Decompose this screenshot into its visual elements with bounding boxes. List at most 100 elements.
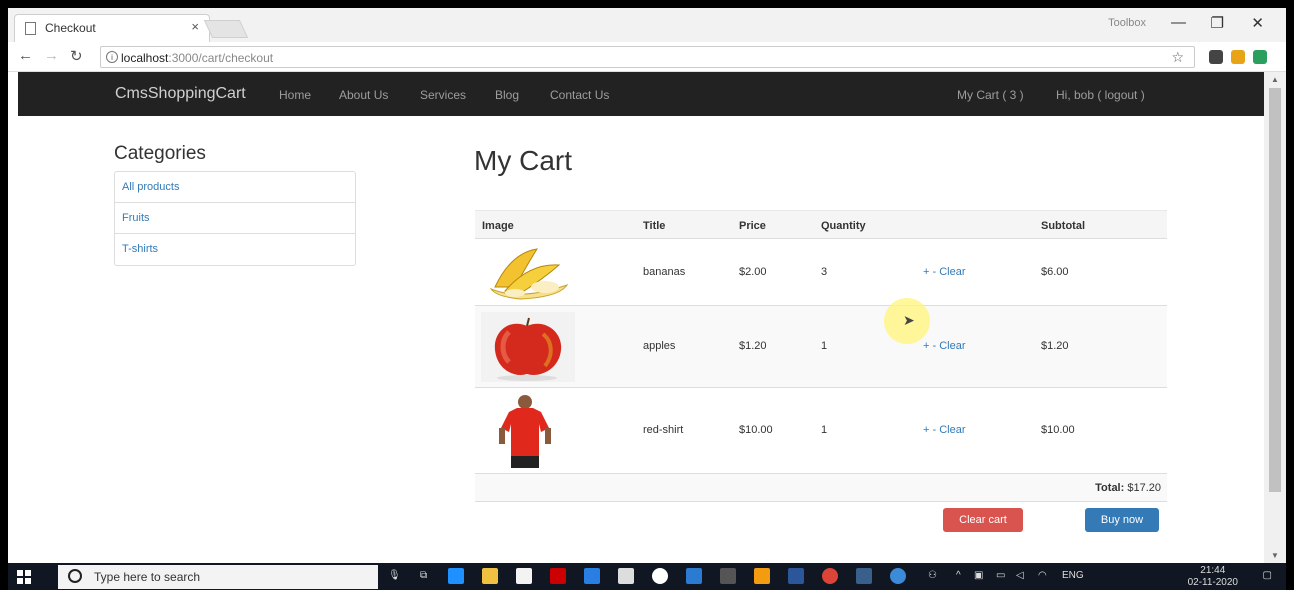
item-quantity: 1 [821, 340, 828, 352]
restore-icon[interactable]: ❐ [1211, 14, 1224, 32]
item-quantity: 1 [821, 424, 828, 436]
netflix-icon[interactable] [550, 568, 566, 584]
nav-link-services[interactable]: Services [420, 88, 466, 102]
extension-icon[interactable] [1231, 50, 1245, 64]
item-price: $2.00 [739, 266, 767, 278]
back-icon[interactable]: ← [18, 47, 33, 64]
clock-date: 02-11-2020 [1187, 577, 1238, 588]
clear-cart-button[interactable]: Clear cart [943, 508, 1023, 532]
item-quantity: 3 [821, 266, 828, 278]
header-subtotal: Subtotal [1041, 220, 1085, 232]
tab-close-icon[interactable]: × [191, 19, 199, 34]
total-value: $17.20 [1127, 482, 1161, 494]
close-window-icon[interactable]: ✕ [1251, 14, 1264, 32]
microphone-icon[interactable]: 🎙 [388, 570, 401, 581]
mail-icon[interactable] [618, 568, 634, 584]
vscode-icon[interactable] [686, 568, 702, 584]
decrease-quantity-link[interactable]: - [933, 424, 937, 436]
table-header: Image Title Price Quantity Subtotal [475, 210, 1167, 239]
notifications-icon[interactable]: ▢ [1263, 570, 1272, 581]
taskbar-search-input[interactable]: Type here to search [58, 565, 378, 589]
minimize-icon[interactable]: — [1171, 14, 1186, 31]
scroll-down-icon[interactable]: ▼ [1271, 551, 1279, 560]
language-indicator[interactable]: ENG [1062, 570, 1084, 581]
help-icon[interactable] [890, 568, 906, 584]
table-row: red-shirt $10.00 1 + - Clear $10.00 [475, 388, 1167, 474]
product-image-apples [481, 312, 575, 382]
item-price: $1.20 [739, 340, 767, 352]
item-title: red-shirt [643, 424, 684, 436]
reload-icon[interactable]: ↻ [70, 47, 83, 65]
clear-item-link[interactable]: Clear [939, 424, 965, 436]
forward-icon[interactable]: → [44, 47, 59, 64]
sublime-icon[interactable] [754, 568, 770, 584]
task-view-icon[interactable]: ⧉ [420, 570, 427, 581]
bookmark-star-icon[interactable]: ☆ [1171, 49, 1184, 66]
table-row: apples $1.20 1 + - Clear $1.20 [475, 306, 1167, 388]
tray-arrow-icon[interactable]: ^ [956, 570, 961, 581]
nav-link-about-us[interactable]: About Us [339, 88, 388, 102]
item-subtotal: $1.20 [1041, 340, 1069, 352]
logout-link[interactable]: Hi, bob ( logout ) [1056, 88, 1145, 102]
buy-now-button[interactable]: Buy now [1085, 508, 1159, 532]
chrome-icon[interactable] [822, 568, 838, 584]
url-host: localhost [121, 51, 169, 65]
new-tab-button[interactable] [203, 20, 249, 38]
extension-icon[interactable] [1253, 50, 1267, 64]
item-price: $10.00 [739, 424, 773, 436]
nav-link-contact-us[interactable]: Contact Us [550, 88, 609, 102]
item-title: bananas [643, 266, 686, 278]
windows-taskbar: Type here to search 🎙 ⧉ ⚇ ^ ▣ ▭ ◁ ◠ ENG … [8, 563, 1286, 590]
decrease-quantity-link[interactable]: - [933, 266, 937, 278]
scrollbar-thumb[interactable] [1269, 88, 1281, 492]
item-actions: + - Clear [923, 424, 966, 436]
increase-quantity-link[interactable]: + [923, 266, 929, 278]
nav-link-blog[interactable]: Blog [495, 88, 519, 102]
tab-bar: Checkout × Toolbox — ❐ ✕ [8, 8, 1286, 42]
increase-quantity-link[interactable]: + [923, 424, 929, 436]
item-subtotal: $10.00 [1041, 424, 1075, 436]
tab-checkout[interactable]: Checkout × [14, 14, 210, 42]
battery-icon[interactable]: ▭ [996, 570, 1005, 581]
brand-link[interactable]: CmsShoppingCart [115, 85, 246, 103]
windows-start-icon[interactable] [17, 570, 31, 584]
site-navbar: CmsShoppingCart Home About Us Services B… [18, 72, 1264, 116]
volume-icon[interactable]: ◁ [1016, 570, 1024, 581]
category-item-all-products[interactable]: All products [115, 172, 355, 203]
file-explorer-icon[interactable] [482, 568, 498, 584]
increase-quantity-link[interactable]: + [923, 340, 929, 352]
header-quantity: Quantity [821, 220, 866, 232]
item-title: apples [643, 340, 676, 352]
taskbar-clock[interactable]: 21:44 02-11-2020 [1188, 565, 1238, 589]
terminal-icon[interactable] [720, 568, 736, 584]
wifi-icon[interactable]: ◠ [1038, 570, 1047, 581]
category-item-t-shirts[interactable]: T-shirts [115, 234, 355, 265]
page-title: My Cart [474, 145, 572, 176]
search-placeholder: Type here to search [94, 570, 201, 584]
clear-item-link[interactable]: Clear [939, 340, 965, 352]
photos-icon[interactable] [856, 568, 872, 584]
page-scrollbar[interactable]: ▲ ▼ [1264, 72, 1286, 563]
cart-total: Total: $17.20 [1095, 482, 1161, 494]
header-title: Title [643, 220, 666, 232]
extension-icon[interactable] [1209, 50, 1223, 64]
app-icon[interactable] [652, 568, 668, 584]
clock-time: 21:44 [1200, 565, 1226, 576]
edge-icon[interactable] [448, 568, 464, 584]
scroll-up-icon[interactable]: ▲ [1271, 75, 1279, 84]
categories-title: Categories [114, 143, 206, 164]
my-cart-link[interactable]: My Cart ( 3 ) [957, 88, 1024, 102]
nav-link-home[interactable]: Home [279, 88, 311, 102]
product-image-bananas [481, 243, 571, 301]
decrease-quantity-link[interactable]: - [933, 340, 937, 352]
info-icon[interactable]: i [106, 51, 118, 63]
people-icon[interactable]: ⚇ [928, 570, 937, 581]
store-icon[interactable] [516, 568, 532, 584]
url-input[interactable]: i localhost:3000/cart/checkout ☆ [100, 46, 1195, 68]
total-label: Total: [1095, 482, 1125, 494]
dropbox-icon[interactable] [584, 568, 600, 584]
network-icon[interactable]: ▣ [974, 570, 983, 581]
clear-item-link[interactable]: Clear [939, 266, 965, 278]
word-icon[interactable] [788, 568, 804, 584]
category-item-fruits[interactable]: Fruits [115, 203, 355, 234]
